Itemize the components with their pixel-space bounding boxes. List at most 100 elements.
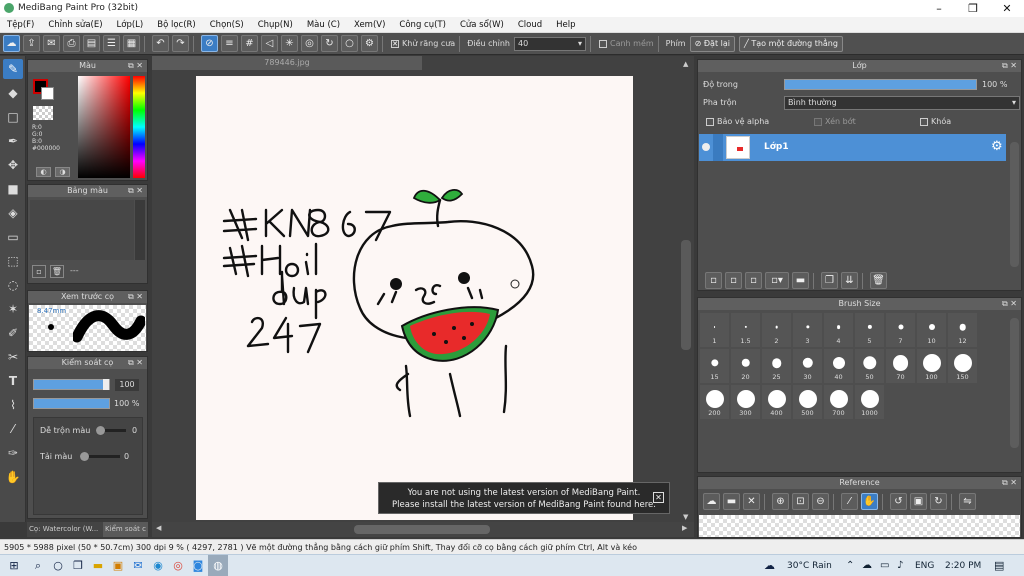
clipping-checkbox[interactable] — [814, 118, 822, 126]
background-swatch[interactable] — [41, 87, 54, 100]
language-indicator[interactable]: ENG — [915, 555, 934, 576]
gradient-icon[interactable]: ▭ — [3, 227, 23, 247]
cloud-sync-icon[interactable]: ☁ — [862, 555, 872, 576]
delete-palette-icon[interactable]: 🗑 — [50, 265, 64, 278]
file-explorer-icon[interactable]: ▬ — [88, 555, 108, 576]
select-pen-icon[interactable]: ✐ — [3, 323, 23, 343]
canvas-vertical-scrollbar[interactable] — [681, 240, 691, 350]
menu-view[interactable]: Xem(V) — [354, 20, 385, 30]
brush-size-cell[interactable]: 150 — [948, 349, 977, 383]
magic-wand-icon[interactable]: ✶ — [3, 299, 23, 319]
upload-icon[interactable]: ⇪ — [23, 35, 40, 52]
document-canvas[interactable] — [196, 76, 633, 520]
panel-close-icon[interactable]: ⧉ ✕ — [1002, 298, 1017, 310]
brush-size-cell[interactable]: 3 — [793, 313, 822, 347]
layer-settings-icon[interactable]: ⚙ — [991, 139, 1003, 154]
no-snap-icon[interactable]: ⊘ — [201, 35, 218, 52]
brush-size-cell[interactable]: 7 — [886, 313, 915, 347]
scroll-left-icon[interactable]: ◀ — [156, 524, 161, 532]
zoom-out-icon[interactable]: ⊖ — [812, 493, 829, 510]
eye-icon[interactable] — [702, 143, 710, 151]
reset-view-icon[interactable]: ▣ — [910, 493, 927, 510]
palette-swatches[interactable] — [30, 200, 134, 260]
color-option-icon[interactable]: ◐ — [36, 167, 51, 177]
brush-size-cell[interactable]: 25 — [762, 349, 791, 383]
merge-layer-icon[interactable]: ⇊ — [841, 272, 858, 289]
transparent-swatch[interactable] — [33, 106, 53, 120]
select-rect-icon[interactable]: ⬚ — [3, 251, 23, 271]
blend-dropdown[interactable]: Bình thường ▾ — [784, 96, 1020, 110]
store-icon[interactable]: ▣ — [108, 555, 128, 576]
page-list-icon[interactable]: ☰ — [103, 35, 120, 52]
duplicate-layer-icon[interactable]: ❐ — [821, 272, 838, 289]
new-palette-icon[interactable]: ▫ — [32, 265, 46, 278]
panel-close-icon[interactable]: ⧉ ✕ — [128, 357, 143, 369]
notification-icon[interactable]: ▤ — [994, 555, 1004, 576]
brush-size-cell[interactable]: 100 — [917, 349, 946, 383]
brush-size-cell[interactable]: 5 — [855, 313, 884, 347]
new-layer-1bit-icon[interactable]: ▫ — [745, 272, 762, 289]
adjust-dropdown[interactable]: 40 ▾ — [513, 36, 586, 51]
search-icon[interactable]: ⌕ — [28, 555, 48, 576]
lock-checkbox[interactable] — [920, 118, 928, 126]
layer-row[interactable]: Lớp1 ⚙ — [699, 134, 1006, 161]
reference-eyedropper-icon[interactable]: ⁄ — [841, 493, 858, 510]
menu-select[interactable]: Chọn(S) — [210, 20, 244, 30]
brush-size-cell[interactable]: 400 — [762, 385, 791, 419]
brush-size-value[interactable]: 100 — [115, 379, 139, 391]
reference-view[interactable] — [699, 515, 1020, 537]
panel-close-icon[interactable]: ⧉ ✕ — [128, 60, 143, 72]
protect-alpha-checkbox[interactable] — [706, 118, 714, 126]
dot-icon[interactable]: □ — [3, 107, 23, 127]
lasso-icon[interactable]: ◌ — [3, 275, 23, 295]
brush-size-cell[interactable]: 12 — [948, 313, 977, 347]
rotate-left-icon[interactable]: ↺ — [890, 493, 907, 510]
saturation-picker[interactable] — [78, 76, 130, 178]
brush-size-cell[interactable]: 10 — [917, 313, 946, 347]
palette-scrollbar[interactable] — [135, 200, 145, 260]
volume-icon[interactable]: ♪ — [897, 555, 903, 576]
rotate-right-icon[interactable]: ↻ — [930, 493, 947, 510]
mail-icon[interactable]: ✉ — [128, 555, 148, 576]
chevron-up-icon[interactable]: ⌃ — [846, 555, 854, 576]
close-button[interactable]: ✕ — [990, 0, 1024, 17]
reference-cloud-icon[interactable]: ☁ — [703, 493, 720, 510]
weather-icon[interactable]: ☁ — [764, 555, 775, 576]
mix-slider[interactable] — [96, 426, 126, 435]
eraser-icon[interactable]: ◆ — [3, 83, 23, 103]
curve-snap-icon[interactable]: ↻ — [321, 35, 338, 52]
windows-start-icon[interactable]: ⊞ — [0, 555, 28, 576]
menu-help[interactable]: Help — [556, 20, 575, 30]
undo-icon[interactable]: ↶ — [152, 35, 169, 52]
snap-checkbox[interactable] — [598, 39, 607, 48]
brush-size-cell[interactable]: 15 — [700, 349, 729, 383]
reset-button[interactable]: ⊘ Đặt lại — [689, 35, 735, 52]
reference-open-icon[interactable]: ▬ — [723, 493, 740, 510]
fit-icon[interactable]: ⊡ — [792, 493, 809, 510]
network-icon[interactable]: ▭ — [880, 555, 889, 576]
brush-size-cell[interactable]: 30 — [793, 349, 822, 383]
brush-size-cell[interactable]: 500 — [793, 385, 822, 419]
text-icon[interactable]: T — [3, 371, 23, 391]
chrome-icon[interactable]: ◎ — [168, 555, 188, 576]
menu-capture[interactable]: Chụp(N) — [258, 20, 293, 30]
radial-snap-icon[interactable]: ✳ — [281, 35, 298, 52]
grid-view-icon[interactable]: ▦ — [123, 35, 140, 52]
medibang-taskbar-icon[interactable]: ◍ — [208, 554, 228, 576]
menu-layer[interactable]: Lớp(L) — [117, 20, 144, 30]
move-icon[interactable]: ✥ — [3, 155, 23, 175]
paint-slider[interactable] — [80, 452, 120, 461]
eyedropper2-icon[interactable]: ✑ — [3, 443, 23, 463]
new-layer-8bit-icon[interactable]: ▫ — [725, 272, 742, 289]
hue-slider[interactable] — [133, 76, 145, 178]
new-layer-icon[interactable]: ▫ — [705, 272, 722, 289]
panel-close-icon[interactable]: ⧉ ✕ — [1002, 477, 1017, 489]
brush-size-cell[interactable]: 20 — [731, 349, 760, 383]
menu-window[interactable]: Cửa sổ(W) — [460, 20, 504, 30]
menu-file[interactable]: Tệp(F) — [7, 20, 34, 30]
menu-cloud[interactable]: Cloud — [518, 20, 542, 30]
page-icon[interactable]: ▤ — [83, 35, 100, 52]
brush-size-scrollbar[interactable] — [1010, 318, 1019, 448]
panel-close-icon[interactable]: ⧉ ✕ — [128, 291, 143, 303]
brush-size-cell[interactable]: 1 — [700, 313, 729, 347]
